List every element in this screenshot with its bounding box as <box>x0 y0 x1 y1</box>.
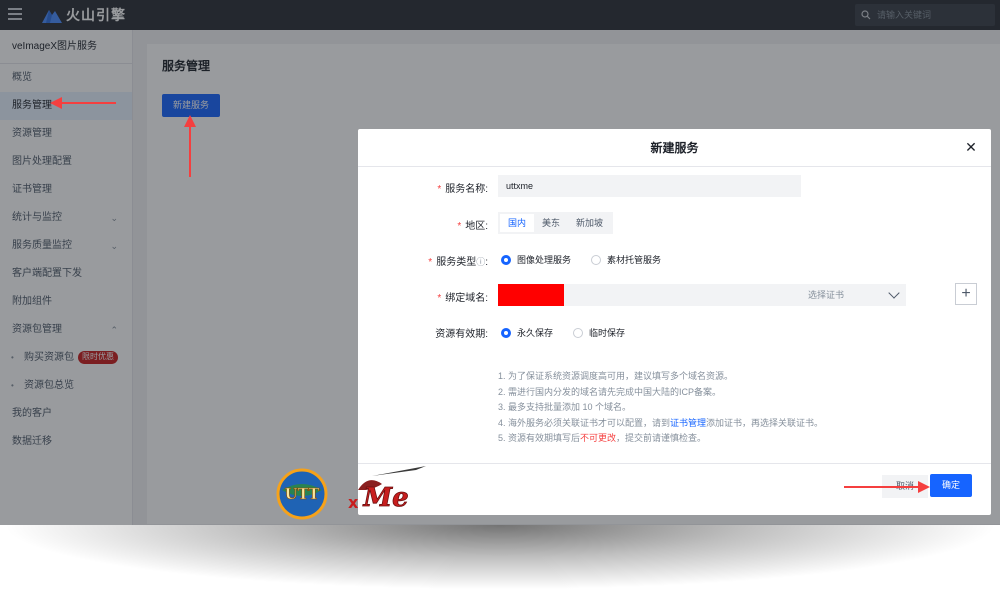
note-3: 3. 最多支持批量添加 10 个域名。 <box>498 402 632 412</box>
annotation-arrow-up <box>184 115 196 177</box>
annotation-arrow-left <box>50 97 116 109</box>
note-text: 5. 资源有效期填写后 <box>498 433 581 443</box>
note-text: 4. 海外服务必须关联证书才可以配置，请到 <box>498 417 671 428</box>
validity-radio-group: 永久保存 临时保存 <box>501 326 645 339</box>
region-selector: 国内 美东 新加坡 <box>498 212 614 234</box>
domain-label: * 绑定域名: <box>358 289 488 304</box>
create-service-dialog: 新建服务 ✕ * 服务名称: uttxme * 地区: 国内 美东 新加坡 * 服务类… <box>358 129 991 515</box>
field-label: 服务类型 <box>436 256 477 268</box>
note-4: 4. 海外服务必须关联证书才可以配置，请到证书管理添加证书，再选择关联证书。 <box>498 416 823 432</box>
certificate-management-link[interactable]: 证书管理 <box>670 418 706 428</box>
validity-label: 资源有效期: <box>435 328 488 340</box>
annotation-arrow-right <box>844 481 930 493</box>
service-name-input[interactable]: uttxme <box>498 175 801 197</box>
required-mark: * <box>437 292 442 304</box>
field-label: 服务名称: <box>445 183 488 195</box>
note-text: 添加证书，再选择关联证书。 <box>706 417 824 428</box>
svg-text:x: x <box>348 493 359 512</box>
service-name-label: * 服务名称: <box>358 180 488 195</box>
radio-permanent[interactable]: 永久保存 <box>501 326 553 339</box>
help-notes: 1. 为了保证系统资源调度高可用，建议填写多个域名资源。 2. 需进行国内分发的… <box>498 369 823 447</box>
certificate-select[interactable]: 选择证书 <box>808 284 844 306</box>
radio-label: 图像处理服务 <box>517 255 572 265</box>
radio-label: 永久保存 <box>517 328 554 338</box>
radio-unchecked-icon <box>573 327 584 338</box>
add-domain-button[interactable]: + <box>955 283 977 305</box>
svg-text:Me: Me <box>362 483 408 513</box>
domain-row: * 绑定域名: 选择证书 + <box>358 283 991 308</box>
radio-asset-hosting[interactable]: 素材托管服务 <box>591 253 661 266</box>
note-warning: 不可更改 <box>580 433 617 443</box>
region-row: * 地区: 国内 美东 新加坡 <box>358 212 991 236</box>
radio-temporary[interactable]: 临时保存 <box>573 326 625 339</box>
validity-row: 资源有效期: 永久保存 临时保存 <box>358 320 991 344</box>
note-text: ，提交前请谨慎检查。 <box>616 433 707 443</box>
note-5: 5. 资源有效期填写后不可更改，提交前请谨慎检查。 <box>498 431 823 447</box>
radio-label: 临时保存 <box>589 328 626 338</box>
radio-unchecked-icon <box>591 254 602 265</box>
close-icon[interactable]: ✕ <box>963 139 979 155</box>
chevron-down-icon[interactable] <box>888 287 900 299</box>
plus-icon: + <box>961 285 971 302</box>
radio-checked-icon <box>501 327 511 338</box>
dialog-title: 新建服务 <box>358 129 991 167</box>
dialog-footer-divider <box>358 463 991 464</box>
region-label: * 地区: <box>358 217 488 232</box>
region-option-domestic[interactable]: 国内 <box>500 214 535 232</box>
page-curl-shadow <box>0 525 1000 590</box>
required-mark: * <box>457 220 462 232</box>
svg-text:UTT: UTT <box>285 485 321 503</box>
note-1: 1. 为了保证系统资源调度高可用，建议填写多个域名资源。 <box>498 371 734 381</box>
service-type-row: * 服务类型ⓘ: 图像处理服务 素材托管服务 <box>358 248 991 272</box>
app-screen: 火山引擎 veImageX图片服务 概览 服务管理 资源管理 图片处理配置 证书… <box>0 0 1000 525</box>
help-circle-icon[interactable]: ⓘ <box>476 257 485 267</box>
note-2: 2. 需进行国内分发的域名请先完成中国大陆的ICP备案。 <box>498 386 722 397</box>
radio-checked-icon <box>501 254 511 265</box>
radio-image-processing[interactable]: 图像处理服务 <box>501 253 571 266</box>
field-label: 绑定域名: <box>445 292 488 304</box>
confirm-button[interactable]: 确定 <box>930 474 972 497</box>
radio-label: 素材托管服务 <box>607 255 662 265</box>
region-option-singapore[interactable]: 新加坡 <box>568 214 611 232</box>
redacted-domain <box>498 284 564 306</box>
required-mark: * <box>437 183 442 195</box>
field-label: 地区: <box>465 220 488 232</box>
required-mark: * <box>428 256 433 268</box>
uttxme-watermark-logo: UTT Me x <box>276 466 426 520</box>
domain-input-group[interactable]: 选择证书 <box>498 284 906 306</box>
service-name-row: * 服务名称: uttxme <box>358 175 991 199</box>
region-option-us-east[interactable]: 美东 <box>534 214 568 232</box>
service-type-label: * 服务类型ⓘ: <box>428 256 488 268</box>
service-type-radio-group: 图像处理服务 素材托管服务 <box>501 253 681 266</box>
